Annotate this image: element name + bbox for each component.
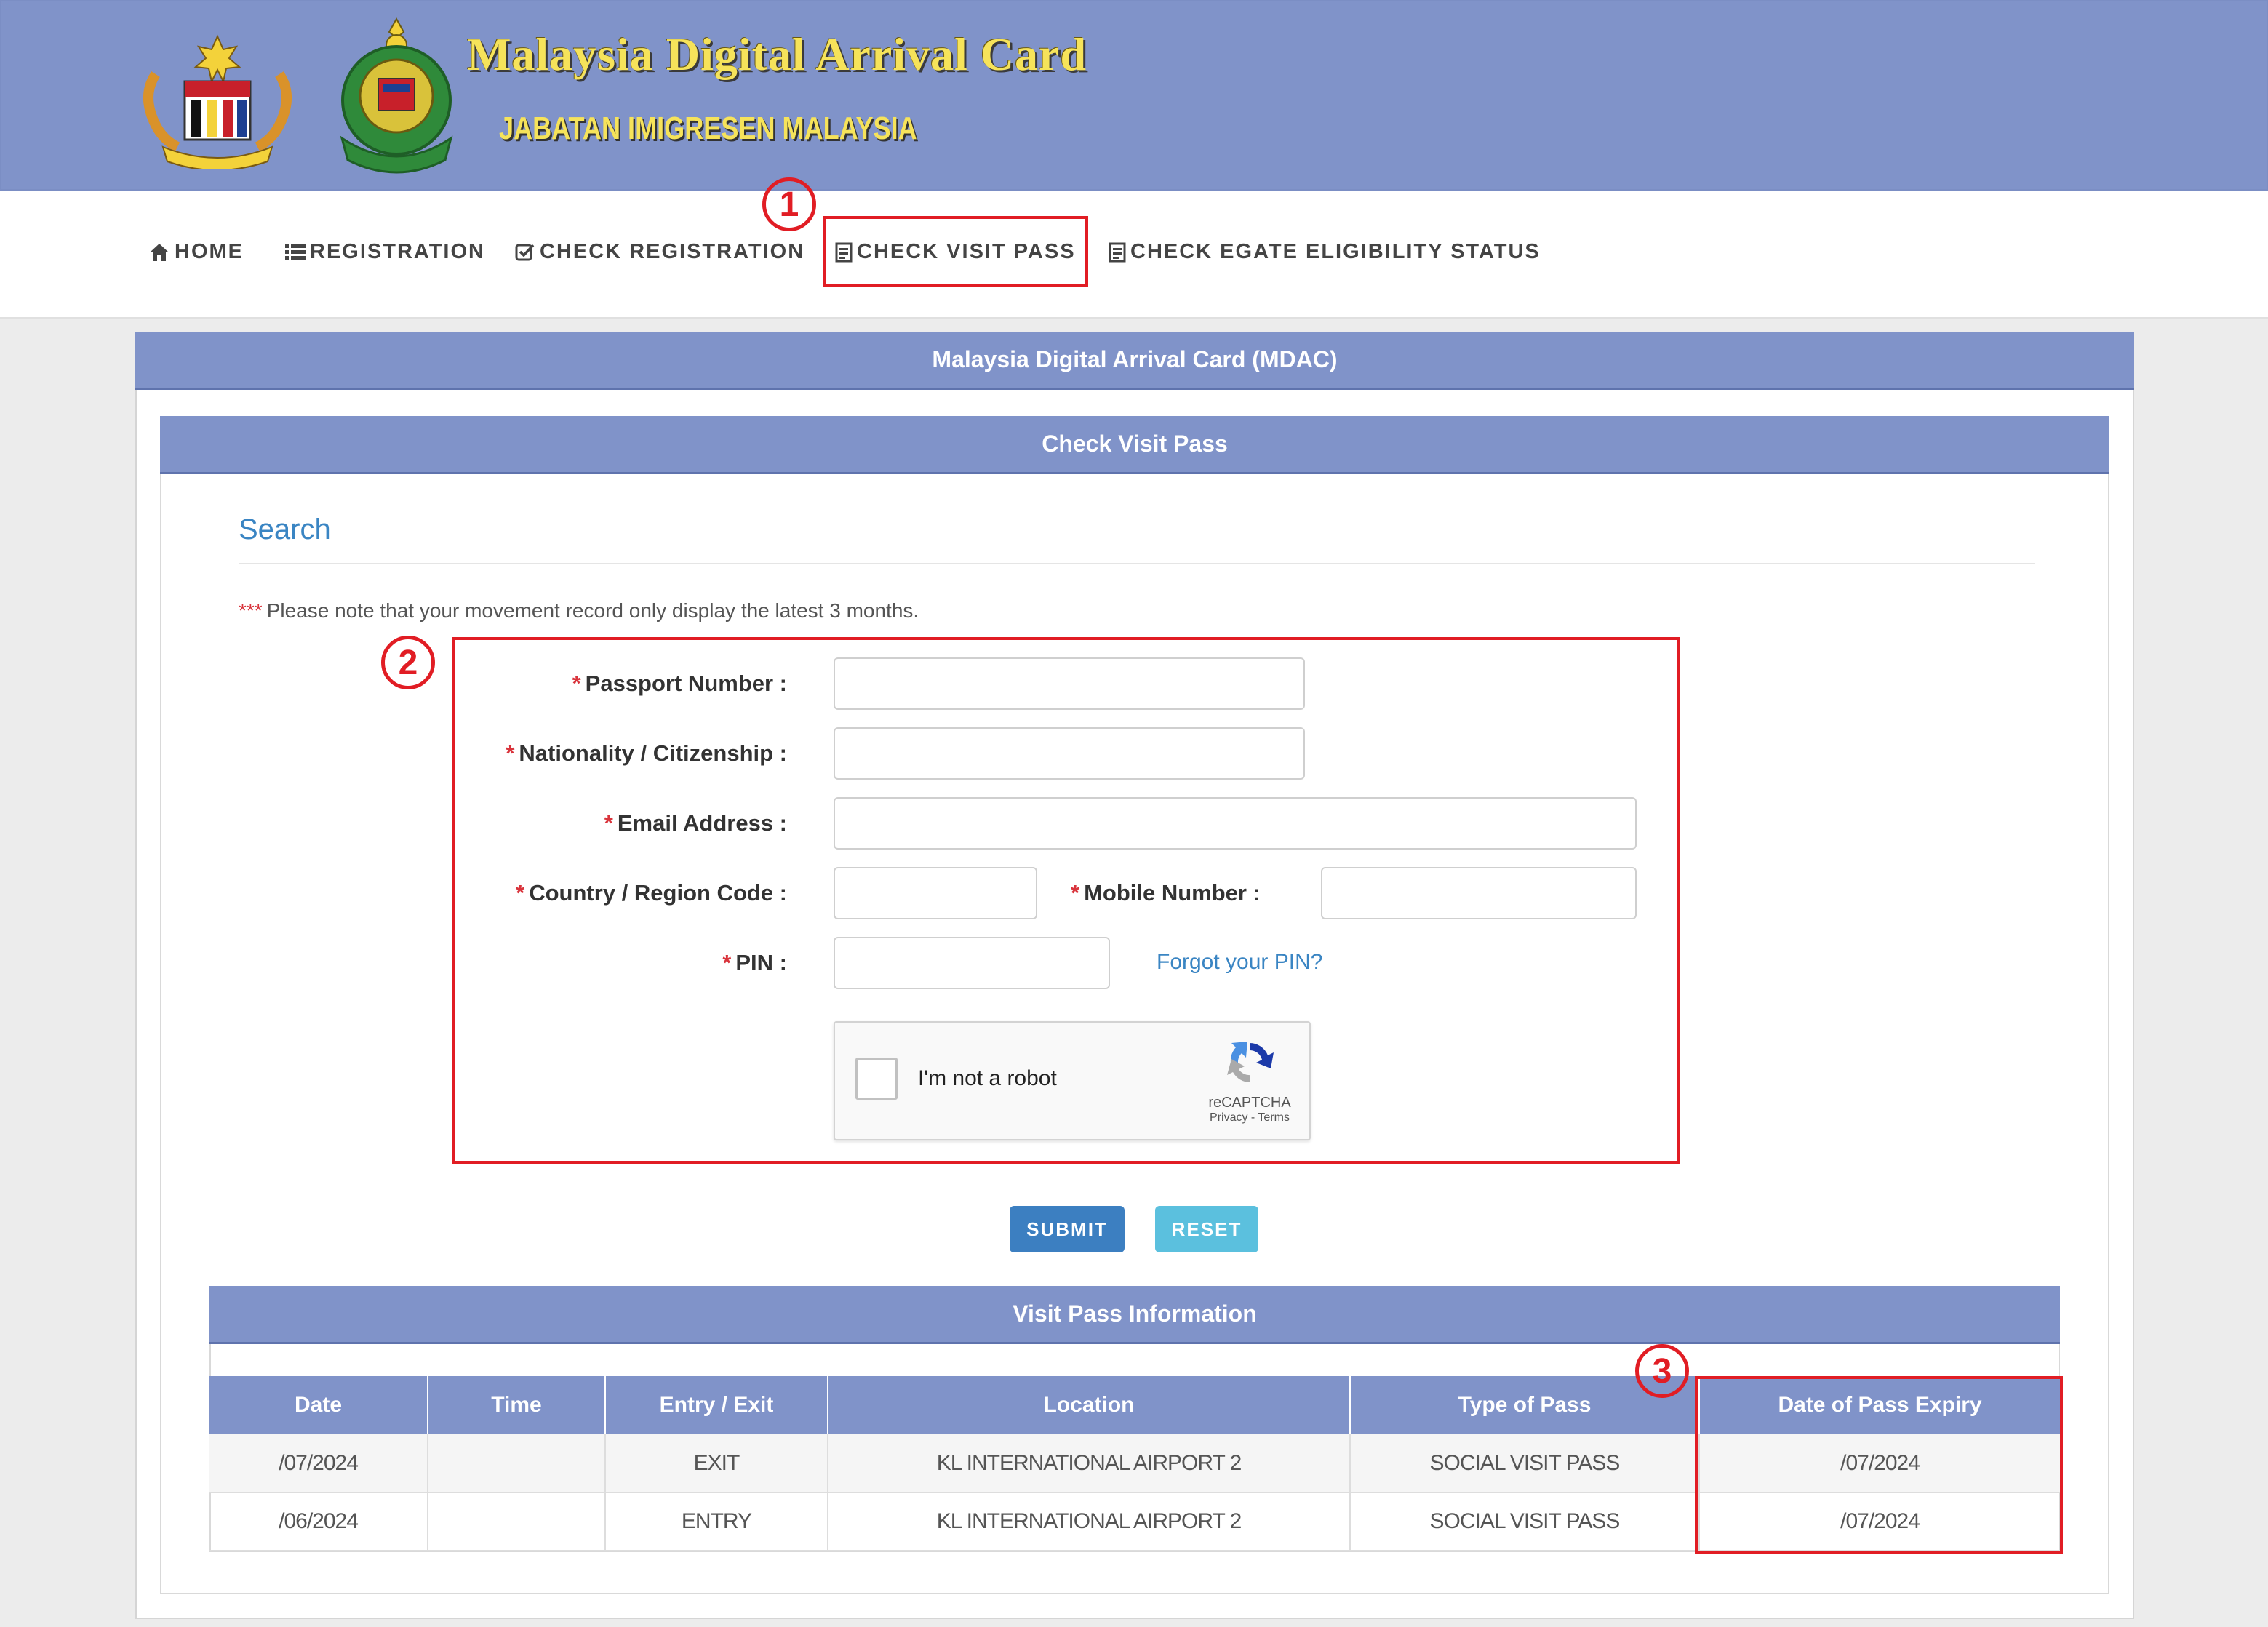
coat-of-arms-icon	[143, 34, 292, 169]
cell-pass-type: SOCIAL VISIT PASS	[1350, 1434, 1700, 1493]
submit-button[interactable]: SUBMIT	[1010, 1206, 1125, 1252]
mobile-label: * Mobile Number :	[1071, 880, 1261, 906]
check-icon	[515, 244, 535, 260]
recaptcha-icon	[1227, 1042, 1274, 1083]
nav-check-egate-label: CHECK EGATE ELIGIBILITY STATUS	[1130, 240, 1541, 263]
nationality-label: * Nationality / Citizenship :	[506, 740, 787, 766]
email-label: * Email Address :	[604, 810, 787, 836]
visit-pass-info-header: Visit Pass Information	[209, 1286, 2060, 1344]
recaptcha-widget: I'm not a robot reCAPTCHA Privacy - Term…	[834, 1021, 1311, 1140]
cell-entry-exit: ENTRY	[605, 1492, 828, 1551]
document-icon	[1109, 242, 1126, 262]
pin-input[interactable]	[834, 937, 1110, 989]
site-subtitle: JABATAN IMIGRESEN MALAYSIA	[499, 111, 917, 146]
nav-home-label: HOME	[175, 240, 244, 263]
recaptcha-links[interactable]: Privacy - Terms	[1199, 1111, 1301, 1124]
cell-date: /06/2024	[209, 1492, 428, 1551]
nav-check-egate[interactable]: CHECK EGATE ELIGIBILITY STATUS	[1109, 240, 1541, 264]
home-icon	[150, 243, 169, 261]
recaptcha-label: I'm not a robot	[918, 1066, 1057, 1090]
email-input[interactable]	[834, 797, 1637, 850]
annotation-marker-1: 1	[762, 177, 816, 231]
cell-time	[428, 1434, 606, 1493]
mdac-panel-header: Malaysia Digital Arrival Card (MDAC)	[135, 332, 2134, 390]
passport-label: * Passport Number :	[572, 671, 787, 696]
pin-label: * PIN :	[722, 950, 787, 975]
note-text: Please note that your movement record on…	[266, 599, 919, 622]
recaptcha-brand: reCAPTCHA	[1208, 1095, 1291, 1111]
nationality-input[interactable]	[834, 727, 1305, 780]
check-visit-pass-header: Check Visit Pass	[160, 416, 2109, 474]
mobile-input[interactable]	[1321, 867, 1637, 919]
nav-registration[interactable]: REGISTRATION	[285, 240, 485, 264]
search-heading: Search	[239, 513, 331, 545]
reset-button[interactable]: RESET	[1155, 1206, 1258, 1252]
cell-location: KL INTERNATIONAL AIRPORT 2	[828, 1434, 1351, 1493]
annotation-marker-2: 2	[381, 636, 435, 689]
country-code-input[interactable]	[834, 867, 1037, 919]
cell-entry-exit: EXIT	[605, 1434, 828, 1493]
movement-note: *** Please note that your movement record…	[239, 599, 919, 623]
site-title: Malaysia Digital Arrival Card	[467, 28, 1087, 80]
passport-input[interactable]	[834, 657, 1305, 710]
cell-time	[428, 1492, 606, 1551]
recaptcha-checkbox[interactable]	[855, 1058, 898, 1100]
site-header: Malaysia Digital Arrival Card JABATAN IM…	[0, 0, 2268, 191]
expiry-highlight-box	[1695, 1376, 2063, 1554]
column-header-date: Date	[209, 1376, 428, 1434]
recaptcha-logo: reCAPTCHA Privacy - Terms	[1199, 1037, 1301, 1124]
forgot-pin-link[interactable]: Forgot your PIN?	[1157, 950, 1322, 975]
cell-pass-type: SOCIAL VISIT PASS	[1350, 1492, 1700, 1551]
column-header-time: Time	[428, 1376, 606, 1434]
cell-date: /07/2024	[209, 1434, 428, 1493]
cell-location: KL INTERNATIONAL AIRPORT 2	[828, 1492, 1351, 1551]
annotation-marker-3: 3	[1635, 1344, 1689, 1398]
country-code-label: * Country / Region Code :	[516, 880, 787, 906]
search-divider	[239, 563, 2035, 564]
nav-check-registration-label: CHECK REGISTRATION	[540, 240, 805, 263]
note-stars: ***	[239, 599, 263, 622]
column-header-entry-exit: Entry / Exit	[605, 1376, 828, 1434]
nav-check-registration[interactable]: CHECK REGISTRATION	[515, 240, 804, 264]
nav-highlight-box	[823, 216, 1088, 287]
immigration-emblem-icon	[340, 17, 453, 174]
nav-registration-label: REGISTRATION	[310, 240, 485, 263]
column-header-location: Location	[828, 1376, 1351, 1434]
nav-home[interactable]: HOME	[148, 240, 244, 264]
list-icon	[285, 244, 306, 260]
